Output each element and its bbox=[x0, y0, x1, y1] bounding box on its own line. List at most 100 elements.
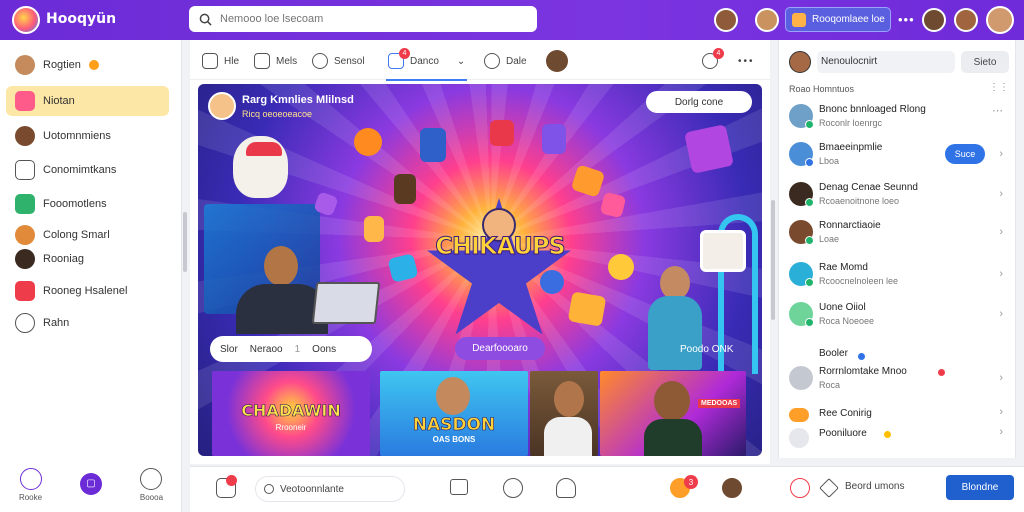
search-bar[interactable] bbox=[189, 6, 537, 32]
hero-banner[interactable]: Rarg Kmnlies Mlilnsd Ricq oeoeoeacoe Dor… bbox=[198, 84, 762, 456]
browse-button[interactable]: Boooa bbox=[140, 468, 163, 502]
home-label: Rooke bbox=[18, 493, 43, 502]
sidebar-item-chat[interactable]: Rahn bbox=[6, 308, 169, 338]
tab-dale[interactable]: Dale bbox=[484, 50, 527, 72]
message-icon[interactable] bbox=[450, 479, 468, 495]
bottom-search[interactable]: Veotoonnlante bbox=[255, 476, 405, 502]
list-item[interactable]: Rae Momd Rcoocnelnoleen lee › bbox=[789, 260, 1007, 292]
creator-avatar[interactable] bbox=[208, 92, 236, 120]
user-avatar-icon bbox=[15, 126, 35, 146]
list-item[interactable]: Bnonc bnnloaged Rlong Roconlr loenrgc ⋯ bbox=[789, 102, 1007, 134]
add-button[interactable]: ▢ bbox=[79, 472, 102, 498]
hero-control-pill[interactable]: Slor Neraoo 1 Oons bbox=[210, 336, 372, 362]
games-pill-label: Rooqomlaee loe bbox=[812, 14, 885, 25]
sidebar-item-label: Rooniag bbox=[43, 253, 84, 265]
item-action-button[interactable]: Suce bbox=[945, 144, 985, 164]
sidebar-item-active[interactable]: Niotan bbox=[6, 86, 169, 116]
friend-requests-button[interactable]: 4 bbox=[702, 48, 724, 72]
home-button[interactable]: Rooke bbox=[19, 468, 42, 502]
heart-icon[interactable] bbox=[790, 478, 810, 498]
sidebar-item-rooniag[interactable]: Rooniag bbox=[6, 244, 169, 274]
main-scrollbar[interactable] bbox=[771, 200, 775, 320]
user-avatar-icon bbox=[15, 225, 35, 245]
right-header-label[interactable]: Nenoulocnirt bbox=[817, 51, 955, 73]
user-avatar[interactable] bbox=[722, 478, 742, 498]
smiley-icon bbox=[484, 53, 500, 69]
thumbnail-person-body bbox=[644, 419, 702, 456]
app-logo-icon[interactable] bbox=[12, 6, 40, 34]
hero-cta-button[interactable]: Dearfoooaro bbox=[455, 337, 545, 360]
chevron-right-icon[interactable]: › bbox=[999, 406, 1003, 418]
woman-illustration bbox=[660, 266, 690, 300]
tab-social[interactable]: Sensol bbox=[312, 50, 365, 72]
right-panel: Nenoulocnirt Sieto Roao Homntuos ⋮⋮ Bnon… bbox=[778, 40, 1016, 458]
hero-title: Rarg Kmnlies Mlilnsd bbox=[242, 94, 354, 106]
tab-avatar[interactable] bbox=[546, 50, 568, 72]
person-icon[interactable] bbox=[556, 478, 576, 498]
friend-avatar[interactable] bbox=[714, 8, 738, 32]
clock-icon[interactable] bbox=[503, 478, 523, 498]
status-dot bbox=[805, 158, 814, 167]
pencil-icon[interactable] bbox=[819, 478, 839, 498]
right-header-button[interactable]: Sieto bbox=[961, 51, 1009, 73]
friend-avatar[interactable] bbox=[755, 8, 779, 32]
tab-gifts[interactable]: Mels bbox=[254, 50, 297, 72]
thumbnail-kicker: Rrooneir bbox=[275, 423, 307, 432]
sidebar-item-store[interactable]: Conomimtkans bbox=[6, 155, 169, 185]
list-item[interactable]: Denag Cenae Seunnd Rcoaenoitnone loeo › bbox=[789, 180, 1007, 212]
chevron-right-icon[interactable]: › bbox=[999, 308, 1003, 320]
friend-avatar[interactable] bbox=[954, 8, 978, 32]
control-label[interactable]: Neraoo bbox=[250, 344, 283, 355]
section-menu-icon[interactable]: ⋮⋮ bbox=[989, 82, 1009, 93]
thumbnail-person bbox=[554, 381, 584, 417]
chevron-right-icon[interactable]: › bbox=[999, 426, 1003, 438]
bottom-action-button[interactable]: Blondne bbox=[946, 475, 1014, 500]
tab-games[interactable]: 4 Danco ⌄ bbox=[385, 48, 468, 81]
chevron-right-icon[interactable]: › bbox=[999, 372, 1003, 384]
chevron-right-icon[interactable]: › bbox=[999, 188, 1003, 200]
profile-avatar[interactable] bbox=[986, 6, 1014, 34]
chevron-down-icon[interactable]: ⌄ bbox=[457, 56, 465, 67]
list-item[interactable]: Rorrnlomtake Mnoo Roca › bbox=[789, 364, 1007, 396]
chevron-right-icon[interactable]: › bbox=[999, 148, 1003, 160]
tab-bar: Hle Mels Sensol 4 Danco ⌄ Dale 4 ••• bbox=[190, 40, 770, 81]
sidebar-item-label: Rogtien bbox=[43, 59, 81, 71]
tab-home[interactable]: Hle bbox=[202, 50, 239, 72]
control-label[interactable]: Slor bbox=[220, 344, 238, 355]
list-item[interactable]: Bmaeeinpmlie Lboa Suce › bbox=[789, 140, 1007, 172]
thumbnail-card[interactable]: CHADAWIN Rrooneir bbox=[212, 371, 370, 456]
chevron-right-icon[interactable]: › bbox=[999, 226, 1003, 238]
sidebar-scrollbar[interactable] bbox=[183, 212, 187, 272]
chevron-right-icon[interactable]: › bbox=[999, 268, 1003, 280]
control-label[interactable]: Oons bbox=[312, 344, 336, 355]
hero-top-button[interactable]: Dorlg cone bbox=[646, 91, 752, 113]
sidebar-item-favorites[interactable]: Fooomotlens bbox=[6, 189, 169, 219]
more-options-icon[interactable]: ••• bbox=[738, 50, 755, 72]
item-title: Uone Oiiol bbox=[819, 302, 866, 313]
bottom-search-placeholder: Veotoonnlante bbox=[280, 483, 344, 495]
item-subtitle: Loae bbox=[819, 234, 840, 244]
thumbnail-card[interactable]: NASDON OAS BONS bbox=[380, 371, 528, 456]
thumbnail-card[interactable] bbox=[530, 371, 598, 456]
list-item[interactable]: Ronnarctiaoie Loae › bbox=[789, 218, 1007, 250]
sidebar-item-label: Rooneg Hsalenel bbox=[43, 285, 128, 297]
list-item[interactable]: Uone Oiiol Roca Noeoee › bbox=[789, 300, 1007, 332]
tab-label: Danco bbox=[410, 55, 439, 67]
sidebar-item-profile[interactable]: Rogtien bbox=[6, 50, 169, 80]
friend-avatar[interactable] bbox=[922, 8, 946, 32]
search-input[interactable] bbox=[220, 13, 520, 25]
game-controller-icon bbox=[792, 12, 806, 27]
thumbnail-person bbox=[436, 377, 470, 415]
user-avatar-icon bbox=[15, 249, 35, 269]
hero-game-logo: CHIKAUPS bbox=[435, 232, 566, 261]
user-avatar[interactable] bbox=[789, 51, 811, 73]
more-menu-icon[interactable]: ••• bbox=[898, 12, 915, 27]
thumbnail-card[interactable]: MEDOOAS bbox=[600, 371, 746, 456]
item-subtitle: Roca Noeoee bbox=[819, 316, 875, 326]
floating-coin-icon bbox=[608, 254, 634, 280]
list-item[interactable]: Pooniluore › bbox=[789, 426, 1007, 458]
games-pill-button[interactable]: Rooqomlaee loe bbox=[785, 7, 891, 32]
sidebar-item-channel[interactable]: Rooneg Hsalenel bbox=[6, 276, 169, 306]
sidebar-item-communities[interactable]: Uotomnmiens bbox=[6, 121, 169, 151]
more-dots-icon[interactable]: ⋯ bbox=[992, 104, 1003, 117]
